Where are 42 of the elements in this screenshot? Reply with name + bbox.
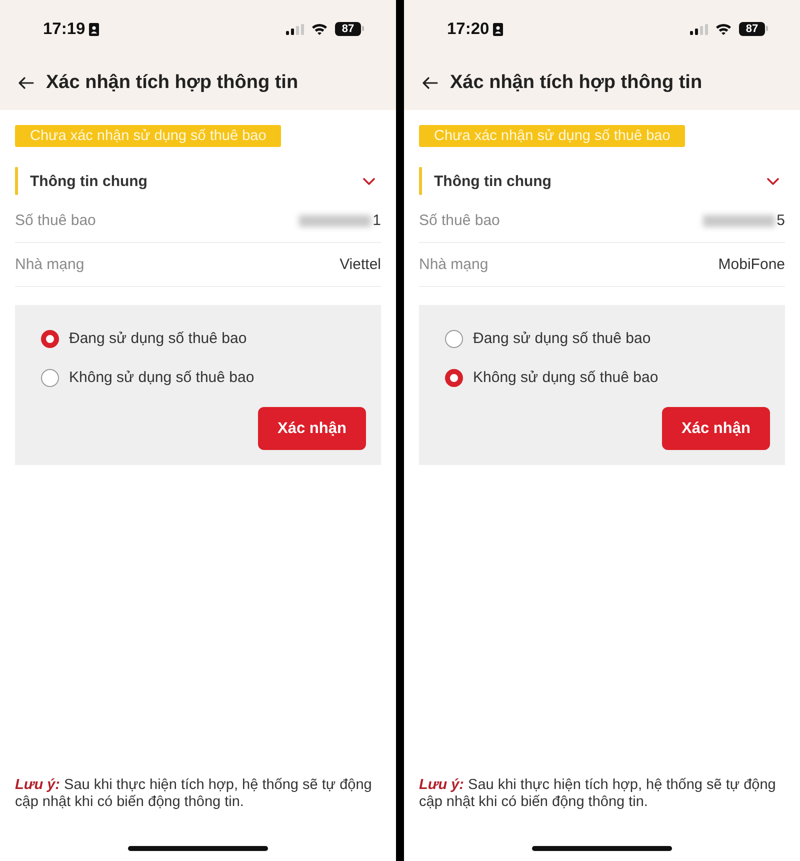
- battery-indicator: 87: [335, 22, 361, 36]
- chevron-down-icon[interactable]: [363, 178, 375, 184]
- signal-icon: [286, 24, 304, 34]
- radio-button[interactable]: [445, 368, 463, 386]
- page-title: Xác nhận tích hợp thông tin: [450, 72, 702, 94]
- radio-button[interactable]: [41, 368, 59, 386]
- status-time: 17:19: [43, 20, 86, 38]
- page-title: Xác nhận tích hợp thông tin: [46, 72, 298, 94]
- field-label: Nhà mạng: [15, 256, 84, 273]
- battery-indicator: 87: [739, 22, 765, 36]
- status-time: 17:20: [447, 20, 490, 38]
- confirm-button[interactable]: Xác nhận: [258, 407, 366, 450]
- radio-button[interactable]: [445, 330, 463, 348]
- signal-icon: [690, 24, 708, 34]
- field-value: 5: [776, 212, 785, 229]
- field-label: Số thuê bao: [15, 212, 96, 229]
- option-label[interactable]: Đang sử dụng số thuê bao: [69, 330, 247, 347]
- back-arrow-icon[interactable]: [422, 77, 438, 89]
- person-badge-icon: [89, 22, 100, 36]
- accent-bar: [419, 167, 422, 195]
- field-value: MobiFone: [718, 256, 785, 273]
- option-label[interactable]: Không sử dụng số thuê bao: [473, 369, 658, 386]
- confirm-button[interactable]: Xác nhận: [662, 407, 770, 450]
- field-value: 1: [372, 212, 381, 229]
- status-badge: Chưa xác nhận sử dụng số thuê bao: [419, 125, 686, 147]
- wifi-icon: [715, 23, 732, 35]
- section-title: Thông tin chung: [30, 172, 148, 190]
- note-text: Lưu ý: Sau khi thực hiện tích hợp, hệ thống sẽ tự động cập nhật khi có biến động thông tin.: [15, 777, 373, 811]
- wifi-icon: [311, 23, 328, 35]
- back-arrow-icon[interactable]: [18, 77, 34, 89]
- field-value: Viettel: [340, 256, 381, 273]
- person-badge-icon: [493, 22, 504, 36]
- accent-bar: [15, 167, 18, 195]
- status-badge: Chưa xác nhận sử dụng số thuê bao: [15, 125, 282, 147]
- field-label: Số thuê bao: [419, 212, 500, 229]
- note-text: Lưu ý: Sau khi thực hiện tích hợp, hệ thống sẽ tự động cập nhật khi có biến động thông tin.: [419, 777, 777, 811]
- field-label: Nhà mạng: [419, 256, 488, 273]
- chevron-down-icon[interactable]: [767, 178, 779, 184]
- section-title: Thông tin chung: [434, 172, 552, 190]
- option-label[interactable]: Không sử dụng số thuê bao: [69, 369, 254, 386]
- radio-button[interactable]: [41, 330, 59, 348]
- option-label[interactable]: Đang sử dụng số thuê bao: [473, 330, 651, 347]
